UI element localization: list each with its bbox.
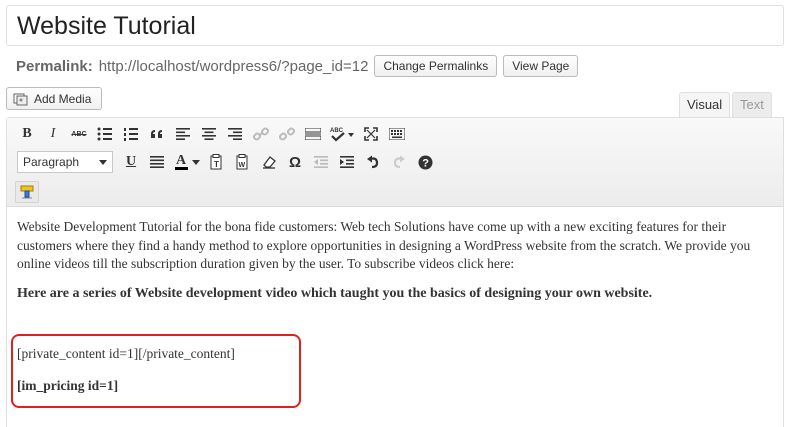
svg-text:T: T (214, 160, 219, 169)
kitchen-sink-icon[interactable] (385, 123, 409, 145)
justify-icon[interactable] (145, 151, 169, 173)
undo-icon[interactable] (361, 151, 385, 173)
svg-text:W: W (239, 162, 246, 169)
clear-formatting-icon[interactable] (257, 151, 281, 173)
numbered-list-icon[interactable] (119, 123, 143, 145)
insert-more-icon[interactable] (301, 123, 325, 145)
change-permalinks-button[interactable]: Change Permalinks (374, 55, 498, 77)
toolbar-row-2: Paragraph U A T W Ω ? (15, 151, 439, 173)
tab-visual[interactable]: Visual (679, 92, 731, 117)
shortcode-pricing: [im_pricing id=1] (17, 378, 119, 393)
blockquote-icon[interactable] (145, 123, 169, 145)
add-media-button[interactable]: Add Media (6, 87, 102, 110)
unlink-icon[interactable] (275, 123, 299, 145)
text-color-button[interactable]: A (171, 151, 203, 173)
insert-link-icon[interactable] (249, 123, 273, 145)
paste-word-icon[interactable]: W (231, 151, 255, 173)
fullscreen-icon[interactable] (359, 123, 383, 145)
add-media-label: Add Media (34, 91, 92, 106)
permalink-label: Permalink: (16, 57, 93, 75)
format-select-value: Paragraph (23, 155, 80, 169)
underline-button[interactable]: U (119, 151, 143, 173)
content-heading: Here are a series of Website development… (17, 285, 653, 301)
align-left-icon[interactable] (171, 123, 195, 145)
align-right-icon[interactable] (223, 123, 247, 145)
strikethrough-button[interactable]: ABC (67, 123, 91, 145)
post-title-input[interactable]: Website Tutorial (6, 5, 784, 46)
help-icon[interactable]: ? (413, 151, 437, 173)
svg-text:?: ? (422, 157, 429, 169)
paste-text-icon[interactable]: T (205, 151, 229, 173)
permalink-row: Permalink: http://localhost/wordpress6/?… (16, 55, 584, 77)
special-character-icon[interactable]: Ω (283, 151, 307, 173)
shortcode-plugin-icon[interactable] (15, 181, 39, 203)
spellcheck-icon[interactable]: ABC (327, 123, 357, 145)
permalink-url[interactable]: http://localhost/wordpress6/?page_id=12 (99, 58, 369, 75)
text-color-letter: A (175, 153, 187, 168)
chevron-down-icon (191, 159, 200, 165)
toolbar-row-1: B I ABC ABC (15, 123, 411, 145)
media-icon (13, 92, 29, 106)
indent-icon[interactable] (335, 151, 359, 173)
italic-button[interactable]: I (41, 123, 65, 145)
redo-icon[interactable] (387, 151, 411, 173)
content-paragraph: Website Development Tutorial for the bon… (17, 219, 751, 271)
bold-button[interactable]: B (15, 123, 39, 145)
editor: B I ABC ABC Paragraph U A T W Ω ? Websit… (6, 117, 784, 427)
editor-content[interactable]: Website Development Tutorial for the bon… (17, 218, 775, 313)
outdent-icon[interactable] (309, 151, 333, 173)
editor-toolbar: B I ABC ABC Paragraph U A T W Ω ? (7, 118, 783, 207)
chevron-down-icon (99, 160, 107, 165)
align-center-icon[interactable] (197, 123, 221, 145)
toolbar-row-3 (15, 181, 41, 203)
shortcode-private-content: [private_content id=1][/private_content] (17, 346, 235, 361)
bullet-list-icon[interactable] (93, 123, 117, 145)
format-select[interactable]: Paragraph (17, 151, 113, 173)
svg-text:ABC: ABC (330, 128, 344, 134)
view-page-button[interactable]: View Page (503, 55, 579, 77)
tab-text[interactable]: Text (732, 92, 772, 117)
